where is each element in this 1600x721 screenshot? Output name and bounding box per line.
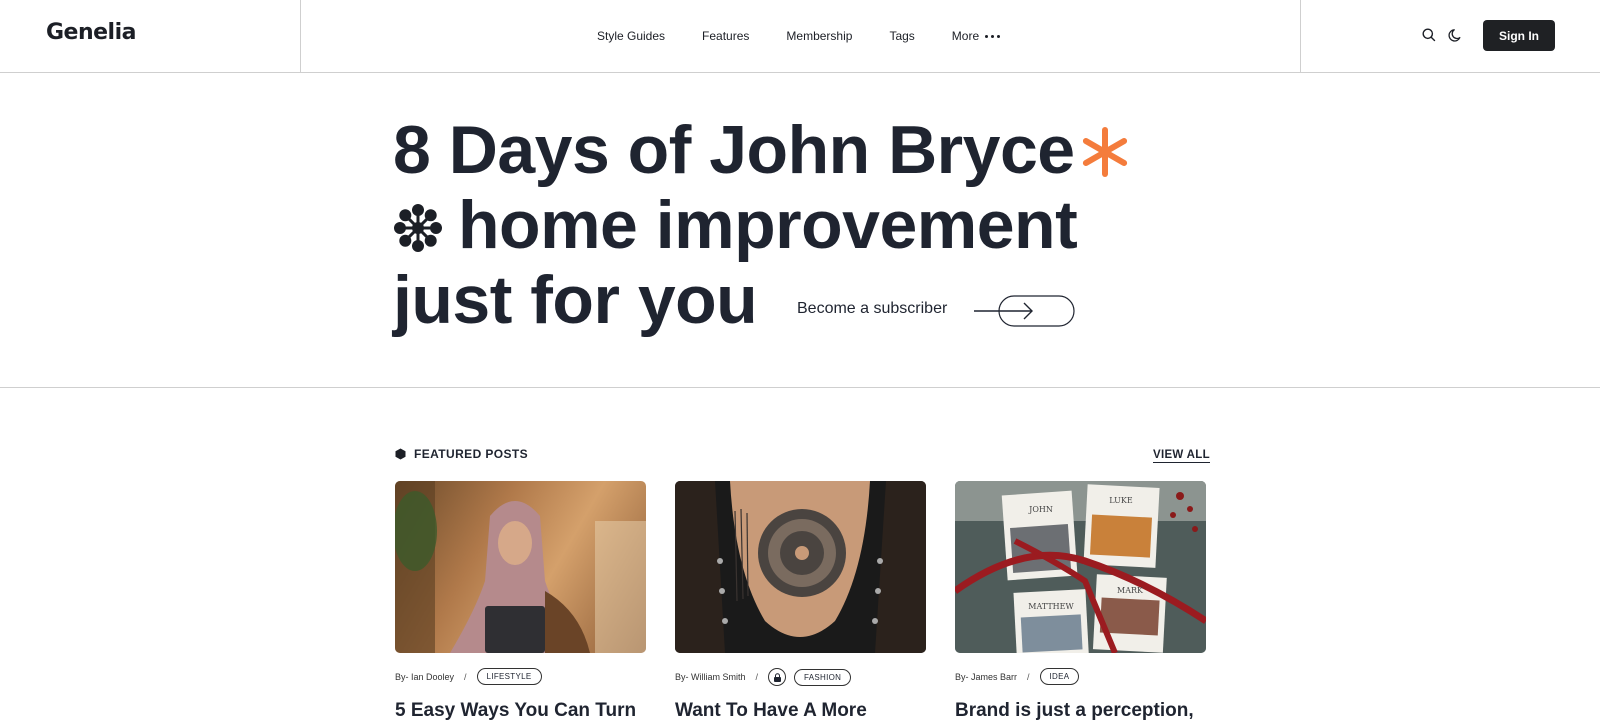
- nav-more-label: More: [951, 29, 980, 43]
- hero-title-line-1: 8 Days of John Bryce: [393, 112, 1075, 188]
- hero-title-line-2: home improvement: [458, 187, 1078, 263]
- meta-separator: /: [755, 672, 759, 682]
- flower-icon: [394, 204, 442, 252]
- nav-tags[interactable]: Tags: [889, 29, 914, 43]
- hexagon-icon: [395, 448, 406, 460]
- arrow-right-button[interactable]: [972, 295, 1076, 327]
- main-nav: Style Guides Features Membership Tags Mo…: [597, 0, 1001, 72]
- more-dots-icon: [985, 34, 1001, 38]
- post-title[interactable]: 5 Easy Ways You Can Turn: [395, 700, 655, 721]
- post-title[interactable]: Want To Have A More: [675, 700, 935, 721]
- site-logo[interactable]: Genelia: [46, 20, 137, 45]
- post-image-woman-hijab[interactable]: [395, 481, 646, 653]
- post-card: By- Ian Dooley / LIFESTYLE 5 Easy Ways Y…: [395, 481, 646, 721]
- nav-membership[interactable]: Membership: [786, 29, 852, 43]
- post-meta: By- Ian Dooley / LIFESTYLE: [395, 668, 542, 685]
- post-tag[interactable]: LIFESTYLE: [476, 668, 542, 685]
- search-icon[interactable]: [1421, 27, 1437, 43]
- book-label-luke: LUKE: [1109, 496, 1133, 505]
- featured-title: FEATURED POSTS: [414, 447, 529, 461]
- subscribe-link[interactable]: Become a subscriber: [797, 300, 947, 318]
- moon-icon[interactable]: [1448, 27, 1464, 43]
- post-card: By- William Smith / FASHION Want To Have…: [675, 481, 926, 721]
- book-label-mark: MARK: [1117, 586, 1144, 595]
- lock-icon: [768, 668, 787, 686]
- post-author[interactable]: By- William Smith: [675, 672, 746, 682]
- post-author[interactable]: By- James Barr: [955, 672, 1017, 682]
- post-meta: By- James Barr / IDEA: [955, 668, 1080, 685]
- header-divider-right: [1300, 0, 1301, 73]
- meta-separator: /: [464, 671, 467, 682]
- post-image-books[interactable]: JOHN LUKE MATTHEW MARK: [955, 481, 1206, 653]
- header-divider-left: [300, 0, 301, 73]
- meta-separator: /: [1027, 671, 1030, 682]
- post-image-back-tattoo[interactable]: [675, 481, 926, 653]
- post-card: JOHN LUKE MATTHEW MARK By- James Barr / …: [955, 481, 1206, 721]
- post-title[interactable]: Brand is just a perception,: [955, 700, 1215, 721]
- site-header: Genelia Style Guides Features Membership…: [0, 0, 1600, 73]
- view-all-link[interactable]: VIEW ALL: [1153, 449, 1210, 463]
- nav-features[interactable]: Features: [702, 29, 749, 43]
- featured-heading: FEATURED POSTS: [395, 447, 528, 461]
- nav-style-guides[interactable]: Style Guides: [597, 29, 665, 43]
- hero-divider: [0, 387, 1600, 388]
- asterisk-icon: [1082, 127, 1128, 177]
- hero-title-line-3: just for you: [393, 262, 758, 338]
- book-label-john: JOHN: [1028, 505, 1053, 514]
- nav-more[interactable]: More: [951, 29, 1001, 43]
- post-meta: By- William Smith / FASHION: [675, 668, 852, 686]
- post-tag[interactable]: FASHION: [794, 668, 852, 686]
- post-author[interactable]: By- Ian Dooley: [395, 672, 454, 682]
- post-tag[interactable]: IDEA: [1039, 668, 1080, 685]
- book-label-matthew: MATTHEW: [1028, 602, 1074, 611]
- sign-in-button[interactable]: Sign In: [1483, 20, 1555, 51]
